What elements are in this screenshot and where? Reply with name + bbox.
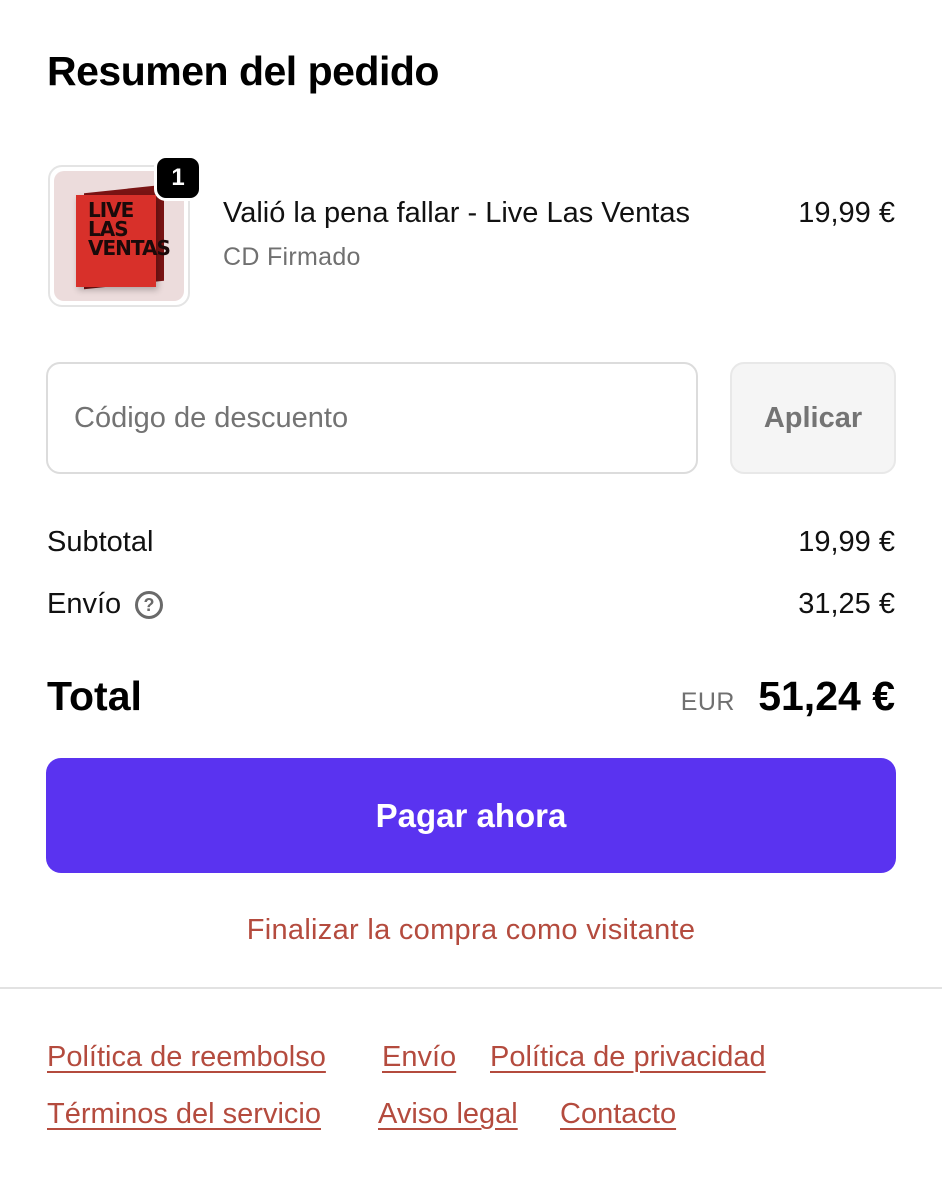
total-currency: EUR xyxy=(680,688,735,716)
footer-link-refund-policy[interactable]: Política de reembolso xyxy=(47,1041,326,1074)
divider xyxy=(0,987,942,989)
shipping-value: 31,25 € xyxy=(798,588,895,620)
product-price: 19,99 € xyxy=(798,197,895,229)
quantity-badge: 1 xyxy=(154,155,202,201)
subtotal-label: Subtotal xyxy=(47,526,154,558)
footer-link-privacy-policy[interactable]: Política de privacidad xyxy=(490,1041,766,1074)
product-name: Valió la pena fallar - Live Las Ventas xyxy=(223,197,690,229)
total-value: 51,24 € xyxy=(758,673,895,719)
guest-checkout-link[interactable]: Finalizar la compra como visitante xyxy=(0,914,942,947)
total-label: Total xyxy=(47,673,142,719)
discount-code-input[interactable] xyxy=(46,362,698,474)
shipping-label: Envío xyxy=(47,588,122,620)
footer-link-legal-notice[interactable]: Aviso legal xyxy=(378,1098,518,1131)
product-variant: CD Firmado xyxy=(223,243,361,271)
question-circle-icon[interactable]: ? xyxy=(135,591,163,619)
apply-discount-button[interactable]: Aplicar xyxy=(730,362,896,474)
footer-link-shipping[interactable]: Envío xyxy=(382,1041,456,1074)
pay-now-button[interactable]: Pagar ahora xyxy=(46,758,896,873)
subtotal-value: 19,99 € xyxy=(798,526,895,558)
footer-link-contact[interactable]: Contacto xyxy=(560,1098,676,1131)
footer-link-terms[interactable]: Términos del servicio xyxy=(47,1098,321,1131)
page-title: Resumen del pedido xyxy=(47,48,439,94)
